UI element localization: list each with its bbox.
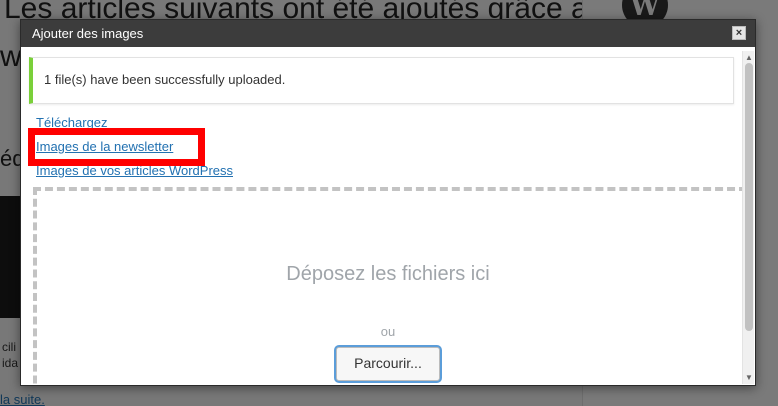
dropzone-or-text: ou — [380, 324, 396, 339]
close-button[interactable]: × — [732, 26, 746, 40]
notice-text: 1 file(s) have been successfully uploade… — [44, 72, 286, 87]
scrollbar-thumb[interactable] — [745, 63, 753, 331]
dropzone-title: Déposez les fichiers ici — [286, 263, 490, 285]
close-icon: × — [735, 27, 743, 39]
browse-button[interactable]: Parcourir... — [336, 347, 440, 381]
scroll-up-icon[interactable]: ▲ — [745, 53, 753, 62]
modal-body: 1 file(s) have been successfully uploade… — [21, 47, 755, 385]
red-highlight-box — [28, 128, 205, 166]
scroll-down-icon[interactable]: ▼ — [745, 373, 753, 382]
modal-title: Ajouter des images — [32, 26, 144, 41]
modal-titlebar: Ajouter des images × — [21, 20, 755, 47]
add-images-modal: Ajouter des images × 1 file(s) have been… — [20, 19, 756, 386]
scrollbar[interactable]: ▲ ▼ — [742, 51, 754, 384]
upload-success-notice: 1 file(s) have been successfully uploade… — [29, 57, 734, 104]
